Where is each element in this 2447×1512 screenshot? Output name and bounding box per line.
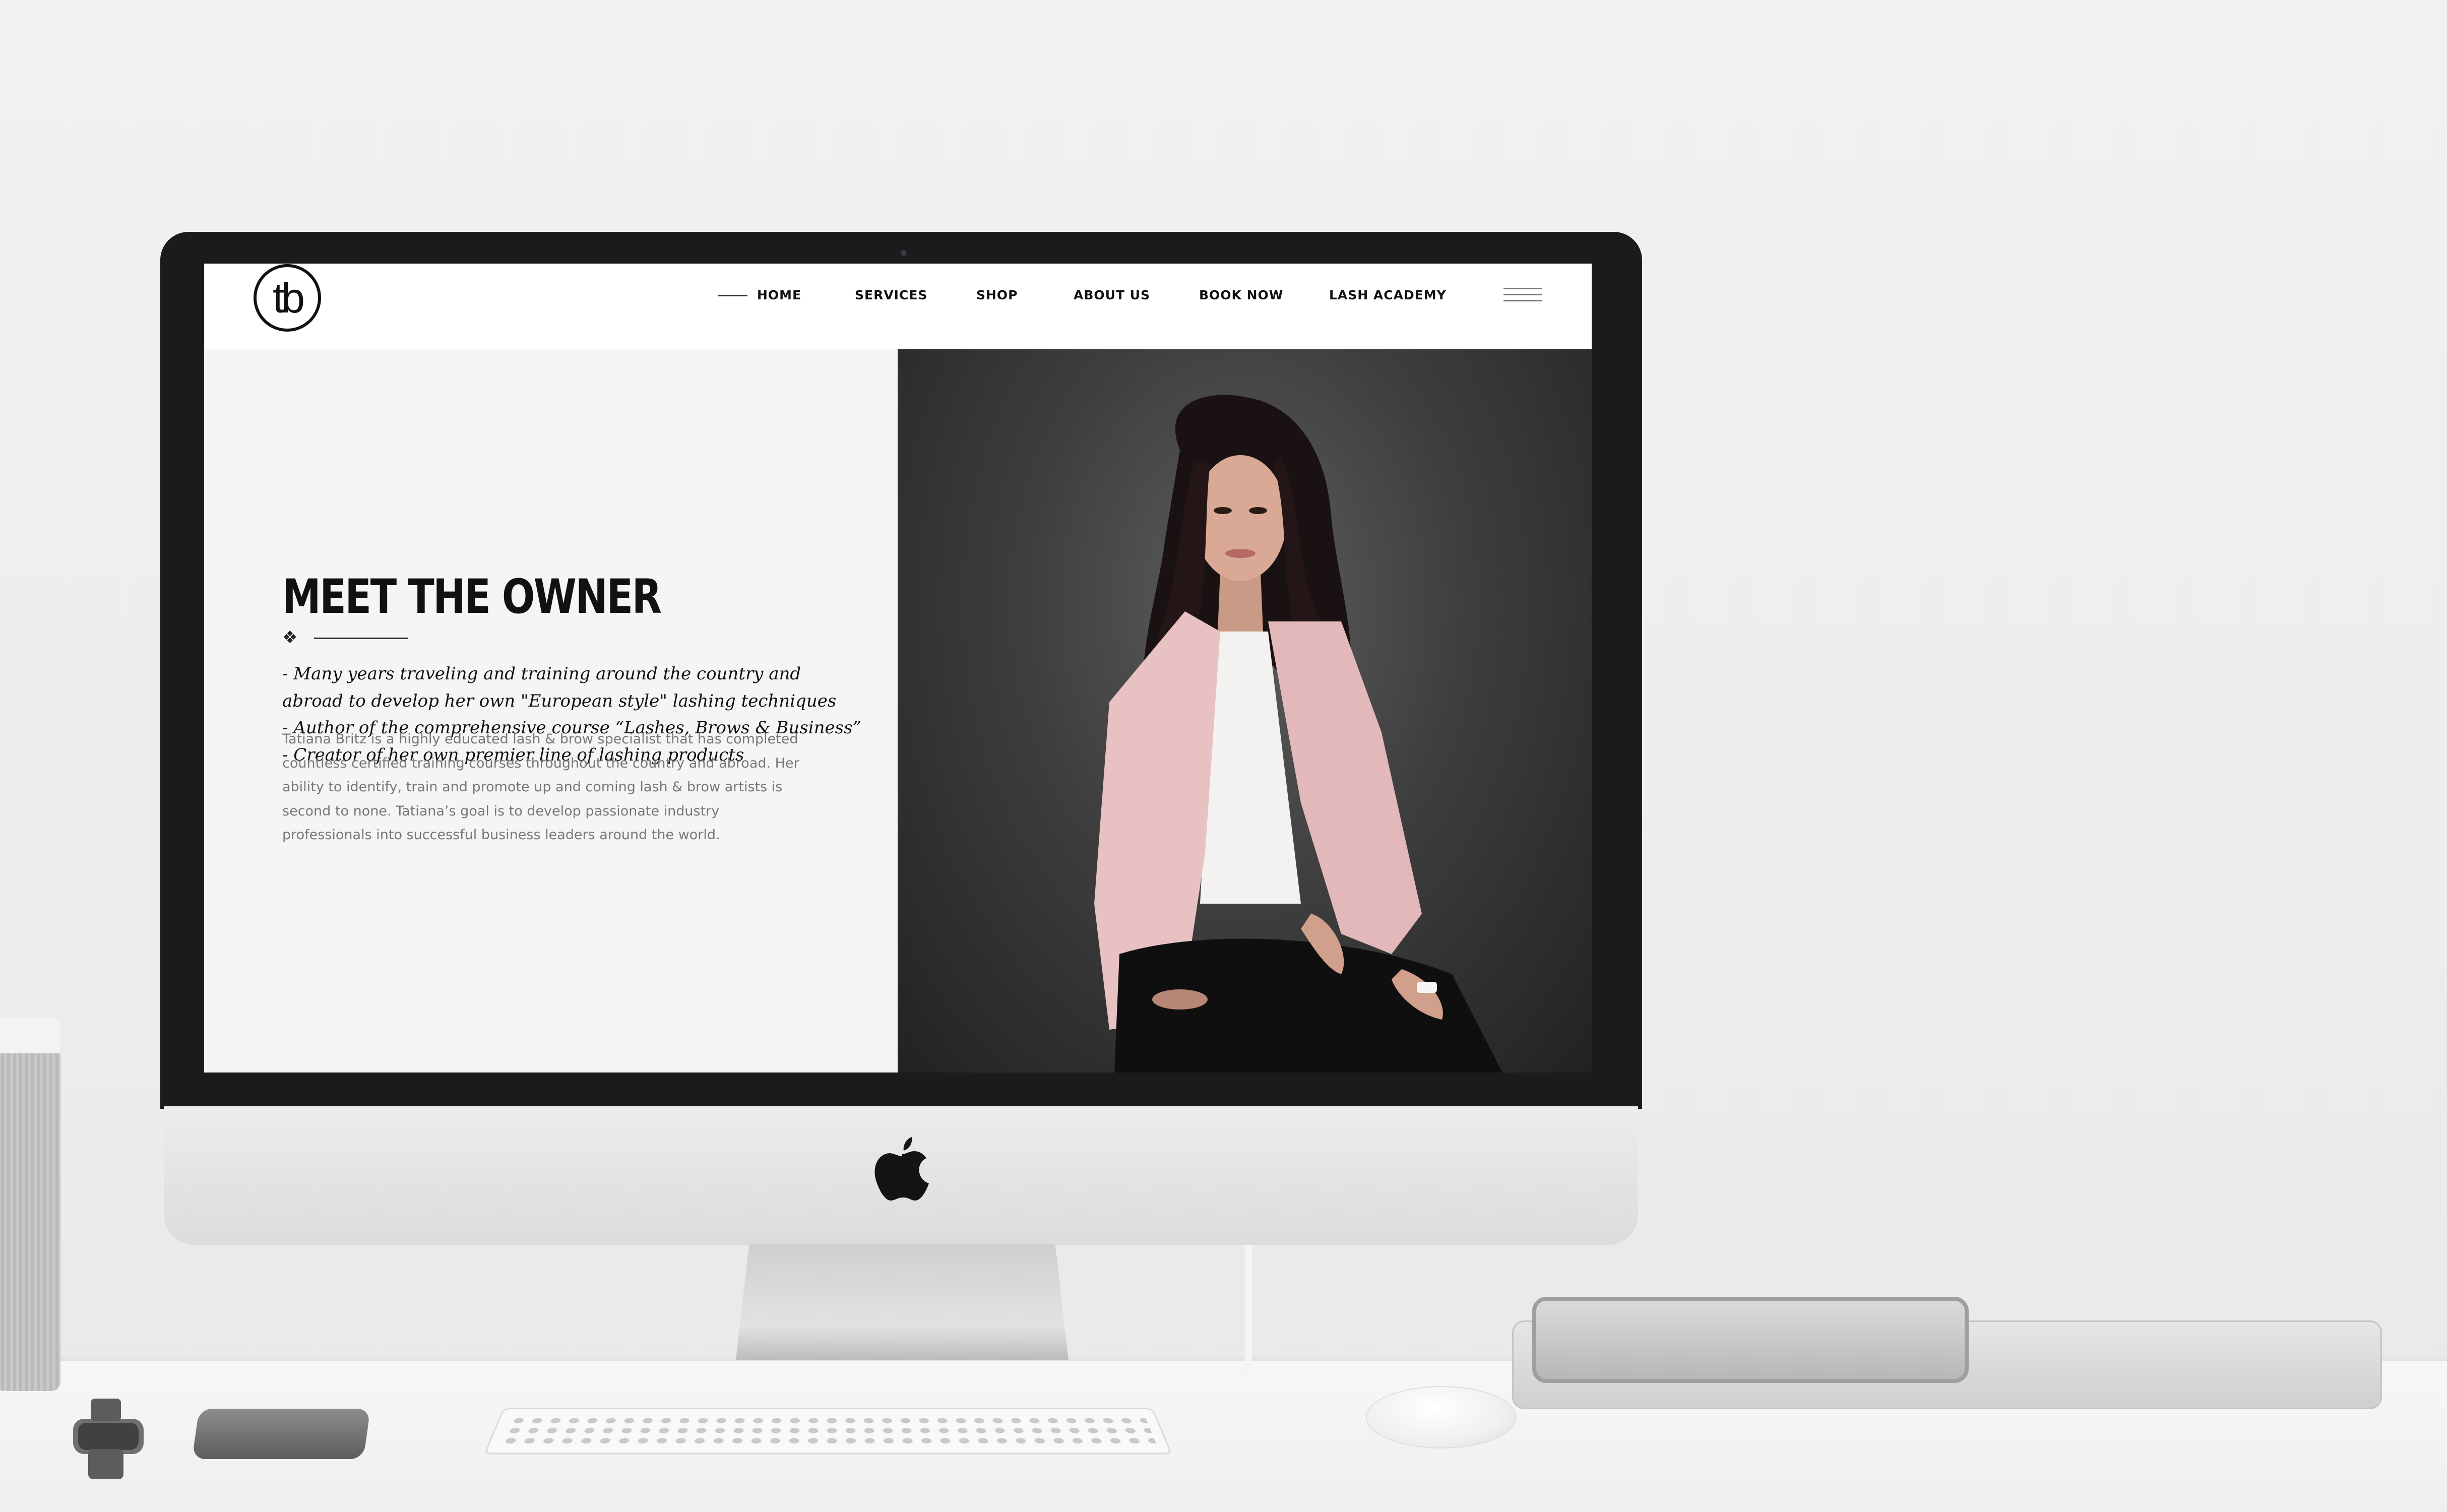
smartphone: [192, 1409, 371, 1459]
speaker: [0, 1018, 60, 1391]
active-nav-indicator: [718, 295, 747, 296]
keyboard-keys: [499, 1416, 1157, 1446]
divider-line: [314, 638, 408, 639]
main-nav: HOME SERVICES SHOP ABOUT US BOOK NOW LAS…: [204, 264, 1592, 329]
tablet: [1532, 1297, 1969, 1383]
highlight-line: abroad to develop her own "European styl…: [282, 690, 837, 711]
website-screen: tb HOME SERVICES SHOP ABOUT US BOOK NOW …: [204, 264, 1592, 1073]
nav-lash-academy[interactable]: LASH ACADEMY: [1329, 288, 1447, 302]
camera-icon: [901, 250, 907, 256]
hamburger-icon[interactable]: [1503, 288, 1542, 305]
nav-book-now[interactable]: BOOK NOW: [1199, 288, 1283, 302]
mouse: [1366, 1386, 1517, 1448]
smartwatch: [73, 1399, 144, 1479]
site-header: tb HOME SERVICES SHOP ABOUT US BOOK NOW …: [204, 264, 1592, 349]
owner-portrait-photo: [898, 349, 1592, 1073]
page-title: MEET THE OWNER: [282, 570, 662, 624]
nav-home[interactable]: HOME: [757, 288, 801, 302]
owner-info-panel: MEET THE OWNER ❖ - Many years traveling …: [204, 349, 898, 1073]
nav-services[interactable]: SERVICES: [855, 288, 927, 302]
apple-logo-icon: [874, 1137, 929, 1201]
nav-shop[interactable]: SHOP: [976, 288, 1018, 302]
highlight-line: - Many years traveling and training arou…: [282, 664, 801, 684]
diamond-ornament-icon: ❖: [282, 628, 298, 647]
power-cable: [1225, 1245, 1252, 1376]
portrait-illustration: [1094, 395, 1502, 1073]
keyboard: [483, 1408, 1173, 1455]
imac-stand: [736, 1244, 1069, 1360]
owner-bio: Tatiana Britz is a highly educated lash …: [282, 731, 799, 843]
nav-about-us[interactable]: ABOUT US: [1074, 288, 1150, 302]
